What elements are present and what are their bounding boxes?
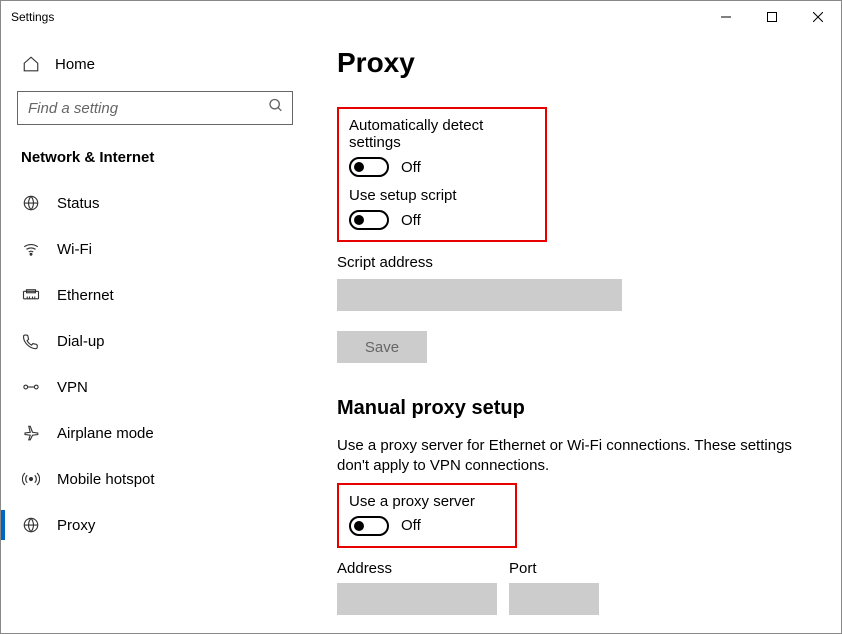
sidebar-item-vpn[interactable]: VPN — [1, 364, 309, 410]
sidebar: Home Network & Internet Status Wi-Fi — [1, 33, 309, 633]
script-address-label: Script address — [337, 254, 813, 271]
manual-proxy-heading: Manual proxy setup — [337, 397, 813, 420]
setup-script-toggle[interactable] — [349, 210, 389, 230]
auto-detect-toggle[interactable] — [349, 157, 389, 177]
port-input — [509, 583, 599, 615]
address-label: Address — [337, 560, 497, 577]
sidebar-item-dialup[interactable]: Dial-up — [1, 318, 309, 364]
maximize-button[interactable] — [749, 1, 795, 33]
status-icon — [21, 194, 41, 212]
home-label: Home — [55, 56, 95, 73]
airplane-icon — [21, 424, 41, 442]
sidebar-item-status[interactable]: Status — [1, 180, 309, 226]
page-title: Proxy — [337, 47, 813, 79]
window-title: Settings — [11, 10, 54, 24]
vpn-icon — [21, 378, 41, 396]
section-label: Network & Internet — [1, 143, 309, 180]
window-controls — [703, 1, 841, 33]
sidebar-item-label: Dial-up — [57, 333, 105, 350]
use-proxy-state: Off — [401, 517, 421, 534]
hotspot-icon — [21, 470, 41, 488]
sidebar-item-label: VPN — [57, 379, 88, 396]
sidebar-item-airplane[interactable]: Airplane mode — [1, 410, 309, 456]
sidebar-item-label: Status — [57, 195, 100, 212]
sidebar-item-hotspot[interactable]: Mobile hotspot — [1, 456, 309, 502]
main-panel: Proxy Automatically detect settings Off … — [309, 33, 841, 633]
setup-script-state: Off — [401, 212, 421, 229]
dialup-icon — [21, 332, 41, 350]
address-input — [337, 583, 497, 615]
sidebar-item-label: Ethernet — [57, 287, 114, 304]
sidebar-item-label: Airplane mode — [57, 425, 154, 442]
use-proxy-highlight: Use a proxy server Off — [337, 483, 517, 548]
search-input[interactable] — [18, 92, 292, 124]
minimize-button[interactable] — [703, 1, 749, 33]
search-box[interactable] — [17, 91, 293, 125]
sidebar-item-proxy[interactable]: Proxy — [1, 502, 309, 548]
auto-proxy-highlight: Automatically detect settings Off Use se… — [337, 107, 547, 242]
script-address-input — [337, 279, 622, 311]
save-button: Save — [337, 331, 427, 363]
auto-detect-state: Off — [401, 159, 421, 176]
sidebar-item-wifi[interactable]: Wi-Fi — [1, 226, 309, 272]
wifi-icon — [21, 240, 41, 258]
use-proxy-label: Use a proxy server — [349, 493, 505, 510]
close-button[interactable] — [795, 1, 841, 33]
titlebar: Settings — [1, 1, 841, 33]
setup-script-label: Use setup script — [349, 187, 535, 204]
sidebar-item-label: Proxy — [57, 517, 95, 534]
sidebar-item-label: Wi-Fi — [57, 241, 92, 258]
sidebar-item-label: Mobile hotspot — [57, 471, 155, 488]
use-proxy-toggle[interactable] — [349, 516, 389, 536]
port-label: Port — [509, 560, 599, 577]
ethernet-icon — [21, 286, 41, 304]
search-icon — [268, 98, 284, 119]
home-icon — [21, 55, 41, 73]
manual-proxy-description: Use a proxy server for Ethernet or Wi-Fi… — [337, 436, 807, 477]
sidebar-item-ethernet[interactable]: Ethernet — [1, 272, 309, 318]
home-nav[interactable]: Home — [1, 45, 309, 83]
proxy-icon — [21, 516, 41, 534]
auto-detect-label: Automatically detect settings — [349, 117, 535, 151]
